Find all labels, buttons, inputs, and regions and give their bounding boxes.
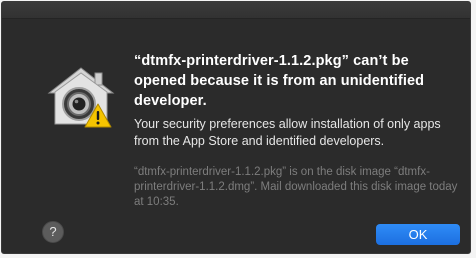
screen: “dtmfx-printerdriver-1.1.2.pkg” can’t be…	[0, 0, 476, 258]
dialog-message: Your security preferences allow installa…	[134, 117, 441, 148]
alert-dialog: “dtmfx-printerdriver-1.1.2.pkg” can’t be…	[1, 1, 471, 254]
dialog-note: “dtmfx-printerdriver-1.1.2.pkg” is on th…	[134, 166, 458, 208]
dialog-title: “dtmfx-printerdriver-1.1.2.pkg” can’t be…	[134, 53, 425, 109]
dialog-titlebar	[2, 2, 470, 19]
gatekeeper-warning-icon	[45, 60, 117, 130]
ok-button[interactable]: OK	[376, 224, 460, 245]
help-button[interactable]: ?	[42, 221, 64, 243]
gatekeeper-warning-icon-graphic	[47, 67, 115, 128]
